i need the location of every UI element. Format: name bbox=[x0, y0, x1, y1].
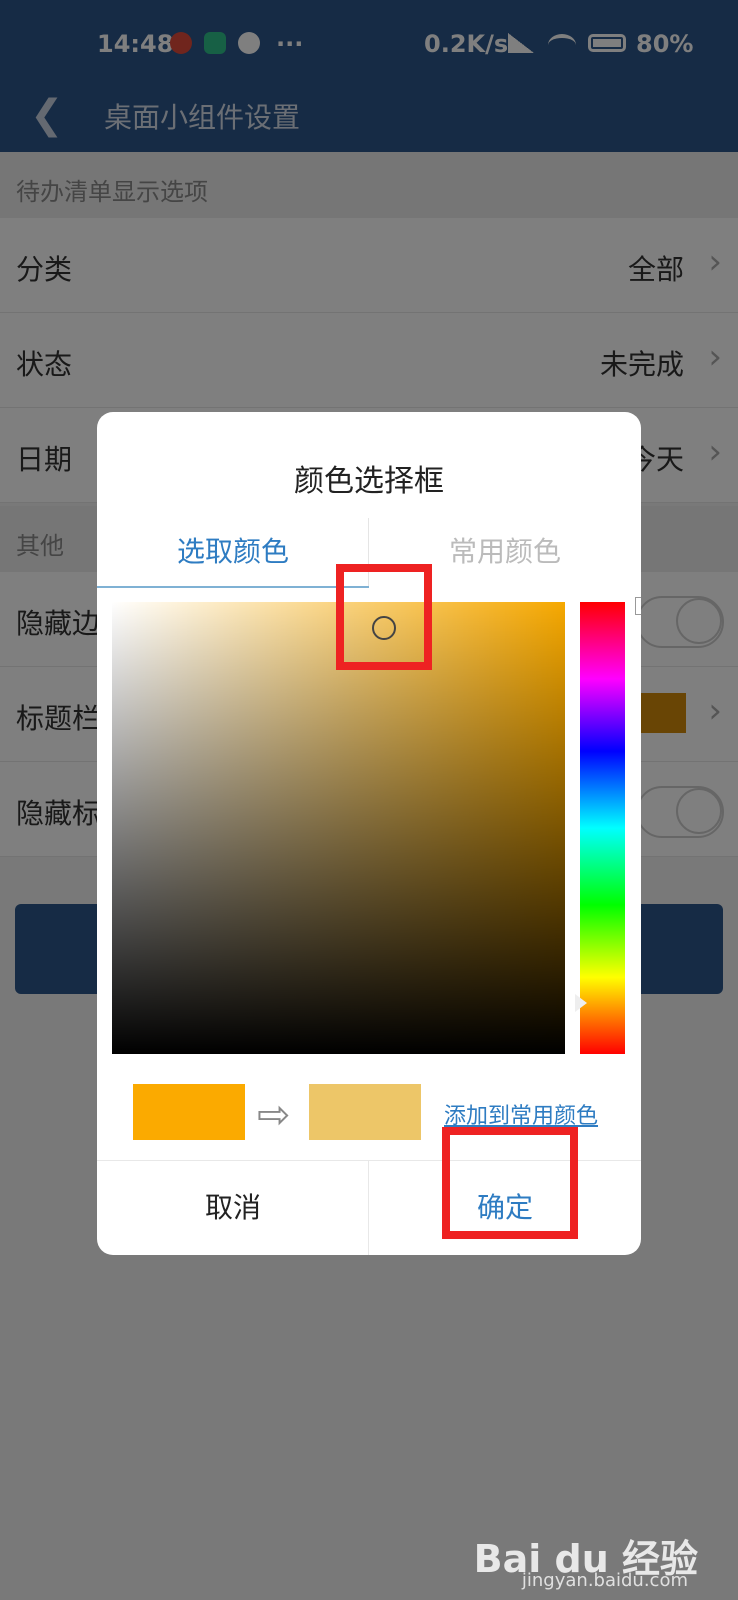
arrow-right-icon: ⇨ bbox=[257, 1092, 291, 1138]
add-to-common-colors-link[interactable]: 添加到常用颜色 bbox=[444, 1098, 598, 1130]
hue-slider-top-marker bbox=[635, 597, 641, 615]
hue-slider-handle[interactable] bbox=[575, 994, 587, 1012]
highlight-box-confirm bbox=[442, 1127, 578, 1239]
dialog-title: 颜色选择框 bbox=[294, 464, 444, 499]
tab-pick-color[interactable]: 选取颜色 bbox=[97, 530, 369, 600]
baidu-watermark-url: jingyan.baidu.com bbox=[521, 1570, 688, 1591]
cancel-button[interactable]: 取消 bbox=[97, 1160, 369, 1255]
hue-slider[interactable] bbox=[580, 602, 625, 1054]
current-color-swatch bbox=[133, 1084, 245, 1140]
tab-active-indicator bbox=[97, 586, 369, 588]
highlight-box-picker bbox=[336, 564, 432, 670]
new-color-swatch bbox=[309, 1084, 421, 1140]
